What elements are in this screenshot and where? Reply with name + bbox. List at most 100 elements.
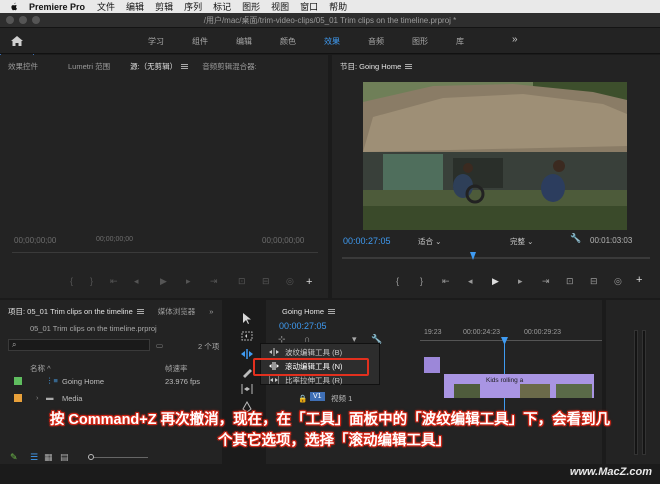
caption-line-1: 按 Command+Z 再次撤消，现在，在「工具」面板中的「波纹编辑工具」下，会… xyxy=(49,412,611,428)
source-go-to-out-icon[interactable]: ⇥ xyxy=(210,276,218,287)
program-scrub-bar[interactable] xyxy=(342,257,650,259)
window-titlebar: /用户/mac/桌面/trim-video-clips/05_01 Trim c… xyxy=(0,13,660,28)
program-extract-icon[interactable]: ⊟ xyxy=(590,276,598,287)
panel-menu-icon[interactable] xyxy=(181,64,189,70)
program-lift-icon[interactable]: ⊡ xyxy=(566,276,574,287)
zoom-slider[interactable] xyxy=(88,457,148,458)
tutorial-caption: 按 Command+Z 再次撤消，现在，在「工具」面板中的「波纹编辑工具」下，会… xyxy=(0,410,660,452)
fit-dropdown[interactable]: 适合 ⌄ xyxy=(418,236,441,247)
tab-effect-controls[interactable]: 效果控件 xyxy=(8,61,38,72)
program-menu-icon[interactable] xyxy=(405,64,413,70)
quality-dropdown[interactable]: 完整 ⌄ xyxy=(510,236,533,247)
list-view-icon[interactable]: ☰ xyxy=(30,452,38,463)
label-color-swatch[interactable] xyxy=(14,394,22,402)
workspace-more-button[interactable]: » xyxy=(512,34,518,45)
program-export-frame-icon[interactable]: ◎ xyxy=(614,276,622,287)
workspace-tab-color[interactable]: 颜色 xyxy=(280,36,296,47)
menu-file[interactable]: 文件 xyxy=(97,0,115,13)
source-mark-in-icon[interactable]: { xyxy=(70,276,73,286)
label-color-swatch[interactable] xyxy=(14,377,22,385)
menu-window[interactable]: 窗口 xyxy=(300,0,318,13)
source-export-frame-icon[interactable]: ◎ xyxy=(286,276,294,287)
source-play-icon[interactable]: ▶ xyxy=(160,276,167,287)
source-insert-icon[interactable]: ⊡ xyxy=(238,276,246,287)
track-v1-target[interactable]: V1 xyxy=(310,392,325,401)
project-menu-icon[interactable] xyxy=(136,309,144,315)
tab-audio-clip-mixer[interactable]: 音频剪辑混合器: xyxy=(202,61,257,72)
tab-source[interactable]: 源:（无剪辑） xyxy=(130,61,189,72)
source-scrub-bar[interactable] xyxy=(12,252,318,253)
menu-item-ripple-edit[interactable]: 波纹编辑工具 (B) xyxy=(261,346,379,358)
source-timecode-left[interactable]: 00;00;00;00 xyxy=(14,236,56,245)
program-step-back-icon[interactable]: ◂ xyxy=(468,276,473,287)
pencil-icon[interactable]: ✎ xyxy=(10,452,18,463)
program-play-icon[interactable]: ▶ xyxy=(492,276,499,287)
expand-arrow-icon[interactable]: › xyxy=(36,393,39,402)
new-bin-from-search-icon[interactable]: ▭ xyxy=(156,341,163,350)
program-timecode[interactable]: 00:00:27:05 xyxy=(343,236,391,246)
menu-graphics[interactable]: 图形 xyxy=(242,0,260,13)
workspace-tab-graphics[interactable]: 图形 xyxy=(412,36,428,47)
project-row-rate: 23.976 fps xyxy=(165,377,201,386)
source-add-button[interactable]: + xyxy=(306,276,312,288)
wrench-icon[interactable]: 🔧 xyxy=(570,233,581,244)
freeform-view-icon[interactable]: ▤ xyxy=(60,452,69,463)
timeline-timecode[interactable]: 00:00:27:05 xyxy=(279,321,327,331)
menu-sequence[interactable]: 序列 xyxy=(184,0,202,13)
sequence-icon: ⋮≡ xyxy=(46,376,58,385)
source-go-to-in-icon[interactable]: ⇤ xyxy=(110,276,118,287)
track-select-tool-icon[interactable] xyxy=(241,331,253,341)
project-more-button[interactable]: » xyxy=(209,307,213,316)
program-title-label: 节目: Going Home xyxy=(340,61,402,71)
column-header-frame-rate[interactable]: 帧速率 xyxy=(165,363,188,374)
timeline-clip[interactable] xyxy=(424,357,440,373)
menu-clip[interactable]: 剪辑 xyxy=(155,0,173,13)
timeline-ruler[interactable] xyxy=(420,340,602,341)
ripple-edit-tool-icon[interactable] xyxy=(240,349,254,359)
menu-edit[interactable]: 编辑 xyxy=(126,0,144,13)
workspace-tab-audio[interactable]: 音频 xyxy=(368,36,384,47)
workspace-tab-assembly[interactable]: 组件 xyxy=(192,36,208,47)
tab-project[interactable]: 项目: 05_01 Trim clips on the timeline xyxy=(8,306,144,317)
workspace-tab-editing[interactable]: 编辑 xyxy=(236,36,252,47)
tab-media-browser[interactable]: 媒体浏览器 xyxy=(158,306,196,317)
program-go-to-out-icon[interactable]: ⇥ xyxy=(542,276,550,287)
project-row-name[interactable]: Going Home xyxy=(62,377,104,386)
program-step-forward-icon[interactable]: ▸ xyxy=(518,276,523,287)
source-step-back-icon[interactable]: ◂ xyxy=(134,276,139,287)
program-mark-out-icon[interactable]: } xyxy=(420,276,423,286)
razor-tool-icon[interactable] xyxy=(241,367,253,378)
slip-tool-icon[interactable] xyxy=(240,384,254,394)
workspace-tab-effects[interactable]: 效果 xyxy=(324,36,340,47)
selection-tool-icon[interactable] xyxy=(242,312,252,324)
source-step-forward-icon[interactable]: ▸ xyxy=(186,276,191,287)
home-icon[interactable] xyxy=(10,34,24,48)
program-add-button[interactable]: + xyxy=(636,274,642,286)
project-search-input[interactable]: ⌕ xyxy=(8,339,150,351)
menu-markers[interactable]: 标记 xyxy=(213,0,231,13)
lock-track-icon[interactable]: 🔒 xyxy=(298,394,307,403)
source-overwrite-icon[interactable]: ⊟ xyxy=(262,276,270,287)
timeline-menu-icon[interactable] xyxy=(328,309,336,315)
zoom-slider-handle[interactable] xyxy=(88,454,94,460)
clip-thumbnail xyxy=(454,384,480,398)
workspace-tab-libraries[interactable]: 库 xyxy=(456,36,464,47)
menubar-app-name[interactable]: Premiere Pro xyxy=(29,2,85,12)
menu-help[interactable]: 帮助 xyxy=(329,0,347,13)
ruler-label: 00:00:29:23 xyxy=(524,329,561,336)
column-header-name[interactable]: 名称 ^ xyxy=(30,363,51,374)
apple-logo-icon[interactable] xyxy=(9,2,19,12)
column-header-name-label: 名称 xyxy=(30,364,45,373)
program-mark-in-icon[interactable]: { xyxy=(396,276,399,286)
workspace-tab-learn[interactable]: 学习 xyxy=(148,36,164,47)
tab-timeline-sequence[interactable]: Going Home xyxy=(282,307,336,316)
program-title[interactable]: 节目: Going Home xyxy=(340,61,413,72)
tab-lumetri-scopes[interactable]: Lumetri 范围 xyxy=(68,61,110,72)
icon-view-icon[interactable]: ▦ xyxy=(44,452,53,463)
program-go-to-in-icon[interactable]: ⇤ xyxy=(442,276,450,287)
menu-view[interactable]: 视图 xyxy=(271,0,289,13)
search-icon: ⌕ xyxy=(12,340,17,349)
source-mark-out-icon[interactable]: } xyxy=(90,276,93,286)
project-row-name[interactable]: Media xyxy=(62,394,82,403)
ripple-edit-tool-icon xyxy=(269,348,279,356)
